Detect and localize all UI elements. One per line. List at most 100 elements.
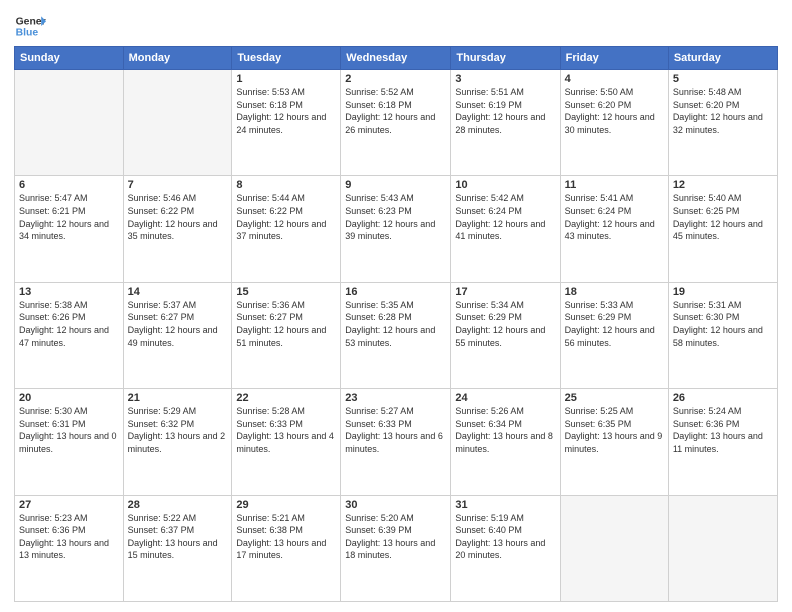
calendar-cell: 17Sunrise: 5:34 AM Sunset: 6:29 PM Dayli… (451, 282, 560, 388)
day-info: Sunrise: 5:31 AM Sunset: 6:30 PM Dayligh… (673, 299, 773, 349)
day-number: 6 (19, 179, 119, 191)
calendar-cell (668, 495, 777, 601)
calendar-week-4: 27Sunrise: 5:23 AM Sunset: 6:36 PM Dayli… (15, 495, 778, 601)
calendar-page: General Blue SundayMondayTuesdayWednesda… (0, 0, 792, 612)
top-section: General Blue (14, 10, 778, 42)
day-info: Sunrise: 5:41 AM Sunset: 6:24 PM Dayligh… (565, 192, 664, 242)
day-info: Sunrise: 5:33 AM Sunset: 6:29 PM Dayligh… (565, 299, 664, 349)
calendar-week-2: 13Sunrise: 5:38 AM Sunset: 6:26 PM Dayli… (15, 282, 778, 388)
svg-text:Blue: Blue (16, 28, 39, 39)
day-number: 1 (236, 73, 336, 85)
calendar-cell: 19Sunrise: 5:31 AM Sunset: 6:30 PM Dayli… (668, 282, 777, 388)
day-number: 13 (19, 286, 119, 298)
column-header-friday: Friday (560, 47, 668, 70)
day-number: 25 (565, 392, 664, 404)
day-info: Sunrise: 5:40 AM Sunset: 6:25 PM Dayligh… (673, 192, 773, 242)
calendar-cell: 22Sunrise: 5:28 AM Sunset: 6:33 PM Dayli… (232, 389, 341, 495)
day-number: 11 (565, 179, 664, 191)
calendar-cell (560, 495, 668, 601)
day-info: Sunrise: 5:34 AM Sunset: 6:29 PM Dayligh… (455, 299, 555, 349)
day-info: Sunrise: 5:21 AM Sunset: 6:38 PM Dayligh… (236, 512, 336, 562)
calendar-cell: 25Sunrise: 5:25 AM Sunset: 6:35 PM Dayli… (560, 389, 668, 495)
column-header-sunday: Sunday (15, 47, 124, 70)
day-info: Sunrise: 5:38 AM Sunset: 6:26 PM Dayligh… (19, 299, 119, 349)
calendar-cell: 13Sunrise: 5:38 AM Sunset: 6:26 PM Dayli… (15, 282, 124, 388)
day-number: 27 (19, 499, 119, 511)
day-info: Sunrise: 5:26 AM Sunset: 6:34 PM Dayligh… (455, 405, 555, 455)
calendar-week-0: 1Sunrise: 5:53 AM Sunset: 6:18 PM Daylig… (15, 70, 778, 176)
day-info: Sunrise: 5:37 AM Sunset: 6:27 PM Dayligh… (128, 299, 228, 349)
day-number: 17 (455, 286, 555, 298)
calendar-body: 1Sunrise: 5:53 AM Sunset: 6:18 PM Daylig… (15, 70, 778, 602)
calendar-cell: 10Sunrise: 5:42 AM Sunset: 6:24 PM Dayli… (451, 176, 560, 282)
day-number: 5 (673, 73, 773, 85)
day-info: Sunrise: 5:50 AM Sunset: 6:20 PM Dayligh… (565, 86, 664, 136)
day-info: Sunrise: 5:24 AM Sunset: 6:36 PM Dayligh… (673, 405, 773, 455)
day-number: 8 (236, 179, 336, 191)
calendar-cell (15, 70, 124, 176)
day-number: 16 (345, 286, 446, 298)
calendar-cell: 14Sunrise: 5:37 AM Sunset: 6:27 PM Dayli… (123, 282, 232, 388)
calendar-cell: 29Sunrise: 5:21 AM Sunset: 6:38 PM Dayli… (232, 495, 341, 601)
day-number: 19 (673, 286, 773, 298)
day-number: 24 (455, 392, 555, 404)
day-info: Sunrise: 5:46 AM Sunset: 6:22 PM Dayligh… (128, 192, 228, 242)
day-number: 20 (19, 392, 119, 404)
calendar-cell: 27Sunrise: 5:23 AM Sunset: 6:36 PM Dayli… (15, 495, 124, 601)
day-info: Sunrise: 5:36 AM Sunset: 6:27 PM Dayligh… (236, 299, 336, 349)
calendar-cell: 6Sunrise: 5:47 AM Sunset: 6:21 PM Daylig… (15, 176, 124, 282)
column-header-monday: Monday (123, 47, 232, 70)
calendar-cell: 1Sunrise: 5:53 AM Sunset: 6:18 PM Daylig… (232, 70, 341, 176)
calendar-cell (123, 70, 232, 176)
calendar-cell: 4Sunrise: 5:50 AM Sunset: 6:20 PM Daylig… (560, 70, 668, 176)
day-info: Sunrise: 5:43 AM Sunset: 6:23 PM Dayligh… (345, 192, 446, 242)
logo-icon: General Blue (14, 10, 46, 42)
day-number: 22 (236, 392, 336, 404)
day-info: Sunrise: 5:53 AM Sunset: 6:18 PM Dayligh… (236, 86, 336, 136)
calendar-header-row: SundayMondayTuesdayWednesdayThursdayFrid… (15, 47, 778, 70)
calendar-cell: 7Sunrise: 5:46 AM Sunset: 6:22 PM Daylig… (123, 176, 232, 282)
calendar-cell: 12Sunrise: 5:40 AM Sunset: 6:25 PM Dayli… (668, 176, 777, 282)
day-number: 10 (455, 179, 555, 191)
day-info: Sunrise: 5:23 AM Sunset: 6:36 PM Dayligh… (19, 512, 119, 562)
day-info: Sunrise: 5:29 AM Sunset: 6:32 PM Dayligh… (128, 405, 228, 455)
day-info: Sunrise: 5:47 AM Sunset: 6:21 PM Dayligh… (19, 192, 119, 242)
day-info: Sunrise: 5:42 AM Sunset: 6:24 PM Dayligh… (455, 192, 555, 242)
calendar-week-1: 6Sunrise: 5:47 AM Sunset: 6:21 PM Daylig… (15, 176, 778, 282)
calendar-cell: 5Sunrise: 5:48 AM Sunset: 6:20 PM Daylig… (668, 70, 777, 176)
day-number: 21 (128, 392, 228, 404)
day-number: 7 (128, 179, 228, 191)
calendar-cell: 28Sunrise: 5:22 AM Sunset: 6:37 PM Dayli… (123, 495, 232, 601)
day-number: 18 (565, 286, 664, 298)
day-info: Sunrise: 5:48 AM Sunset: 6:20 PM Dayligh… (673, 86, 773, 136)
column-header-tuesday: Tuesday (232, 47, 341, 70)
day-number: 15 (236, 286, 336, 298)
day-info: Sunrise: 5:44 AM Sunset: 6:22 PM Dayligh… (236, 192, 336, 242)
day-number: 3 (455, 73, 555, 85)
calendar-cell: 3Sunrise: 5:51 AM Sunset: 6:19 PM Daylig… (451, 70, 560, 176)
calendar-cell: 9Sunrise: 5:43 AM Sunset: 6:23 PM Daylig… (341, 176, 451, 282)
day-info: Sunrise: 5:28 AM Sunset: 6:33 PM Dayligh… (236, 405, 336, 455)
calendar-cell: 31Sunrise: 5:19 AM Sunset: 6:40 PM Dayli… (451, 495, 560, 601)
calendar-cell: 30Sunrise: 5:20 AM Sunset: 6:39 PM Dayli… (341, 495, 451, 601)
calendar-cell: 2Sunrise: 5:52 AM Sunset: 6:18 PM Daylig… (341, 70, 451, 176)
day-info: Sunrise: 5:35 AM Sunset: 6:28 PM Dayligh… (345, 299, 446, 349)
calendar-cell: 11Sunrise: 5:41 AM Sunset: 6:24 PM Dayli… (560, 176, 668, 282)
day-number: 2 (345, 73, 446, 85)
day-info: Sunrise: 5:19 AM Sunset: 6:40 PM Dayligh… (455, 512, 555, 562)
logo-area: General Blue (14, 10, 46, 42)
column-header-wednesday: Wednesday (341, 47, 451, 70)
day-number: 9 (345, 179, 446, 191)
calendar-cell: 8Sunrise: 5:44 AM Sunset: 6:22 PM Daylig… (232, 176, 341, 282)
day-number: 31 (455, 499, 555, 511)
calendar-cell: 20Sunrise: 5:30 AM Sunset: 6:31 PM Dayli… (15, 389, 124, 495)
day-info: Sunrise: 5:27 AM Sunset: 6:33 PM Dayligh… (345, 405, 446, 455)
column-header-saturday: Saturday (668, 47, 777, 70)
calendar-table: SundayMondayTuesdayWednesdayThursdayFrid… (14, 46, 778, 602)
column-header-thursday: Thursday (451, 47, 560, 70)
calendar-cell: 21Sunrise: 5:29 AM Sunset: 6:32 PM Dayli… (123, 389, 232, 495)
calendar-week-3: 20Sunrise: 5:30 AM Sunset: 6:31 PM Dayli… (15, 389, 778, 495)
day-info: Sunrise: 5:30 AM Sunset: 6:31 PM Dayligh… (19, 405, 119, 455)
calendar-cell: 16Sunrise: 5:35 AM Sunset: 6:28 PM Dayli… (341, 282, 451, 388)
day-number: 30 (345, 499, 446, 511)
